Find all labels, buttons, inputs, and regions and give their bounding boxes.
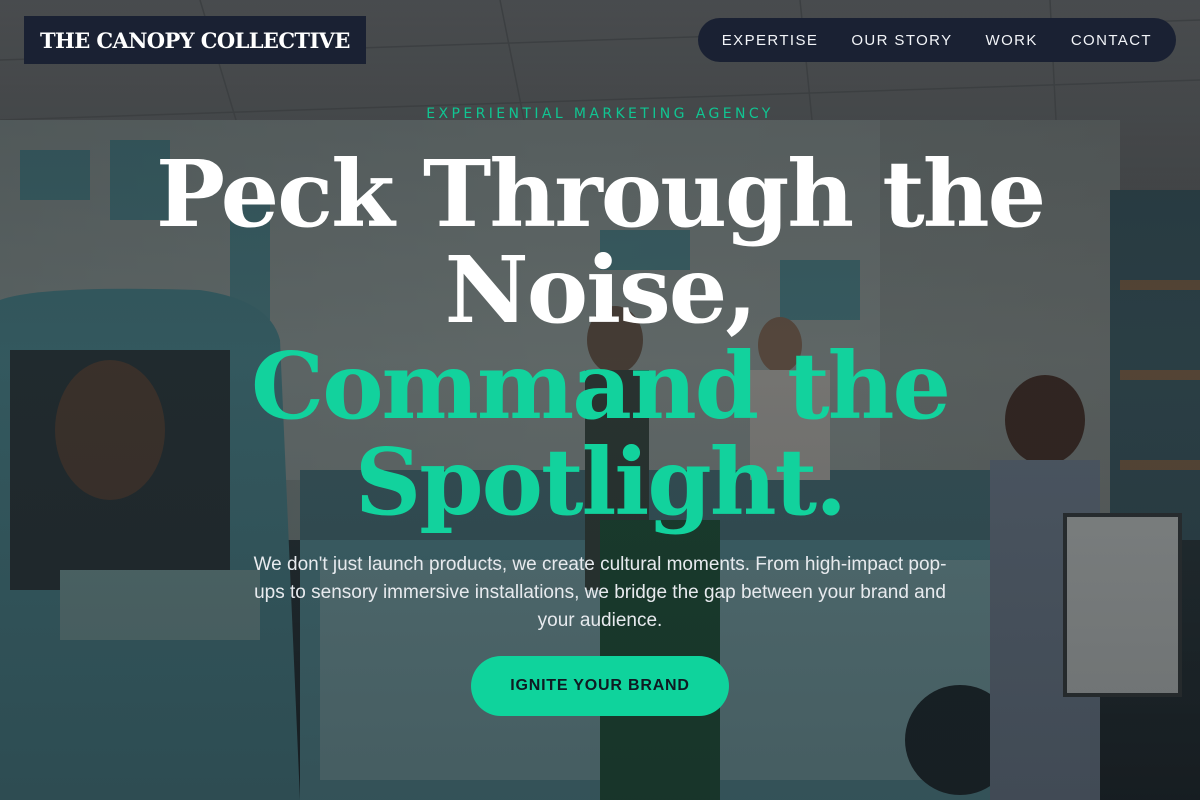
nav-link-work[interactable]: WORK bbox=[986, 32, 1038, 49]
headline-line-1: Peck Through the Noise, bbox=[155, 140, 1046, 344]
hero-subtext: We don't just launch products, we create… bbox=[253, 554, 947, 631]
nav-link-our-story[interactable]: OUR STORY bbox=[851, 32, 952, 49]
nav-link-expertise[interactable]: EXPERTISE bbox=[722, 32, 819, 49]
nav-link-contact[interactable]: CONTACT bbox=[1071, 32, 1152, 49]
ignite-brand-button[interactable]: IGNITE YOUR BRAND bbox=[471, 656, 729, 716]
brand-logo[interactable]: THE CANOPY COLLECTIVE bbox=[24, 16, 366, 64]
hero-eyebrow: EXPERIENTIAL MARKETING AGENCY bbox=[426, 106, 774, 122]
headline-line-2: Command the Spotlight. bbox=[250, 332, 951, 536]
hero-headline: Peck Through the Noise, Command the Spot… bbox=[100, 146, 1100, 530]
hero-section: THE CANOPY COLLECTIVE EXPERTISE OUR STOR… bbox=[0, 0, 1200, 800]
main-nav: EXPERTISE OUR STORY WORK CONTACT bbox=[697, 18, 1176, 62]
